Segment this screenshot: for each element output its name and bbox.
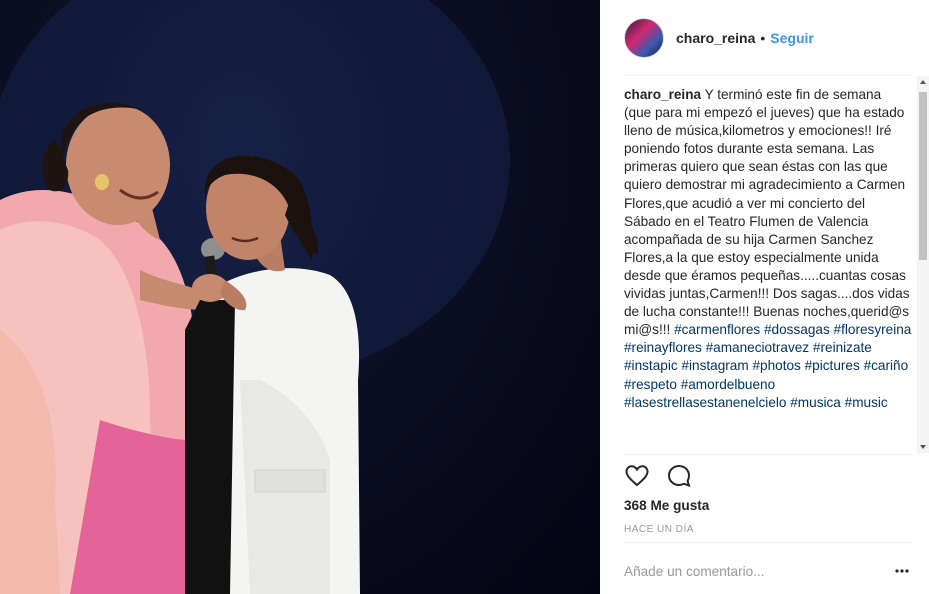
- hashtag-link[interactable]: #respeto: [624, 377, 677, 392]
- post-sidebar: charo_reina • Seguir charo_reina Y termi…: [600, 0, 929, 594]
- hashtag-link[interactable]: #photos: [752, 358, 800, 373]
- hashtag-link[interactable]: #reinizate: [813, 340, 872, 355]
- scroll-down-arrow-icon[interactable]: [920, 445, 926, 449]
- comment-icon[interactable]: [666, 463, 692, 489]
- heart-icon[interactable]: [624, 463, 650, 489]
- comment-input[interactable]: [624, 562, 884, 580]
- action-bar: [624, 463, 692, 489]
- hashtag-link[interactable]: #lasestrellasestanenelcielo: [624, 395, 786, 410]
- comment-divider: [624, 542, 912, 543]
- hashtag-link[interactable]: #cariño: [864, 358, 909, 373]
- caption-scrollbar[interactable]: [917, 76, 929, 453]
- photo-illustration: [0, 0, 510, 594]
- hashtag-link[interactable]: #amaneciotravez: [706, 340, 810, 355]
- profile-avatar[interactable]: [624, 17, 664, 58]
- follow-button[interactable]: Seguir: [770, 30, 814, 46]
- hashtag-link[interactable]: #pictures: [805, 358, 860, 373]
- header-separator: •: [760, 29, 766, 46]
- header-divider: [624, 75, 912, 76]
- hashtag-link[interactable]: #carmenflores: [674, 322, 760, 337]
- caption: charo_reina Y terminó este fin de semana…: [624, 86, 918, 412]
- scroll-up-arrow-icon[interactable]: [920, 80, 926, 84]
- hashtag-link[interactable]: #dossagas: [764, 322, 830, 337]
- scrollbar-thumb[interactable]: [919, 92, 927, 260]
- header-text: charo_reina • Seguir: [676, 30, 814, 46]
- caption-container[interactable]: charo_reina Y terminó este fin de semana…: [624, 86, 918, 452]
- hashtag-link[interactable]: #reinayflores: [624, 340, 702, 355]
- hashtag-link[interactable]: #instapic: [624, 358, 678, 373]
- post-timestamp: HACE UN DÍA: [624, 524, 694, 535]
- post-photo[interactable]: [0, 0, 600, 594]
- hashtag-link[interactable]: #instagram: [681, 358, 748, 373]
- actions-divider: [624, 454, 912, 455]
- more-options-icon[interactable]: [894, 564, 910, 578]
- header-username[interactable]: charo_reina: [676, 30, 755, 46]
- hashtag-link[interactable]: #music: [845, 395, 888, 410]
- hashtag-link[interactable]: #musica: [790, 395, 841, 410]
- caption-text: Y terminó este fin de semana (que para m…: [624, 87, 910, 338]
- hashtag-link[interactable]: #amordelbueno: [681, 377, 775, 392]
- hashtag-link[interactable]: #floresyreina: [834, 322, 912, 337]
- post-header: charo_reina • Seguir: [600, 0, 929, 75]
- likes-count[interactable]: 368 Me gusta: [624, 498, 709, 513]
- caption-username[interactable]: charo_reina: [624, 87, 701, 102]
